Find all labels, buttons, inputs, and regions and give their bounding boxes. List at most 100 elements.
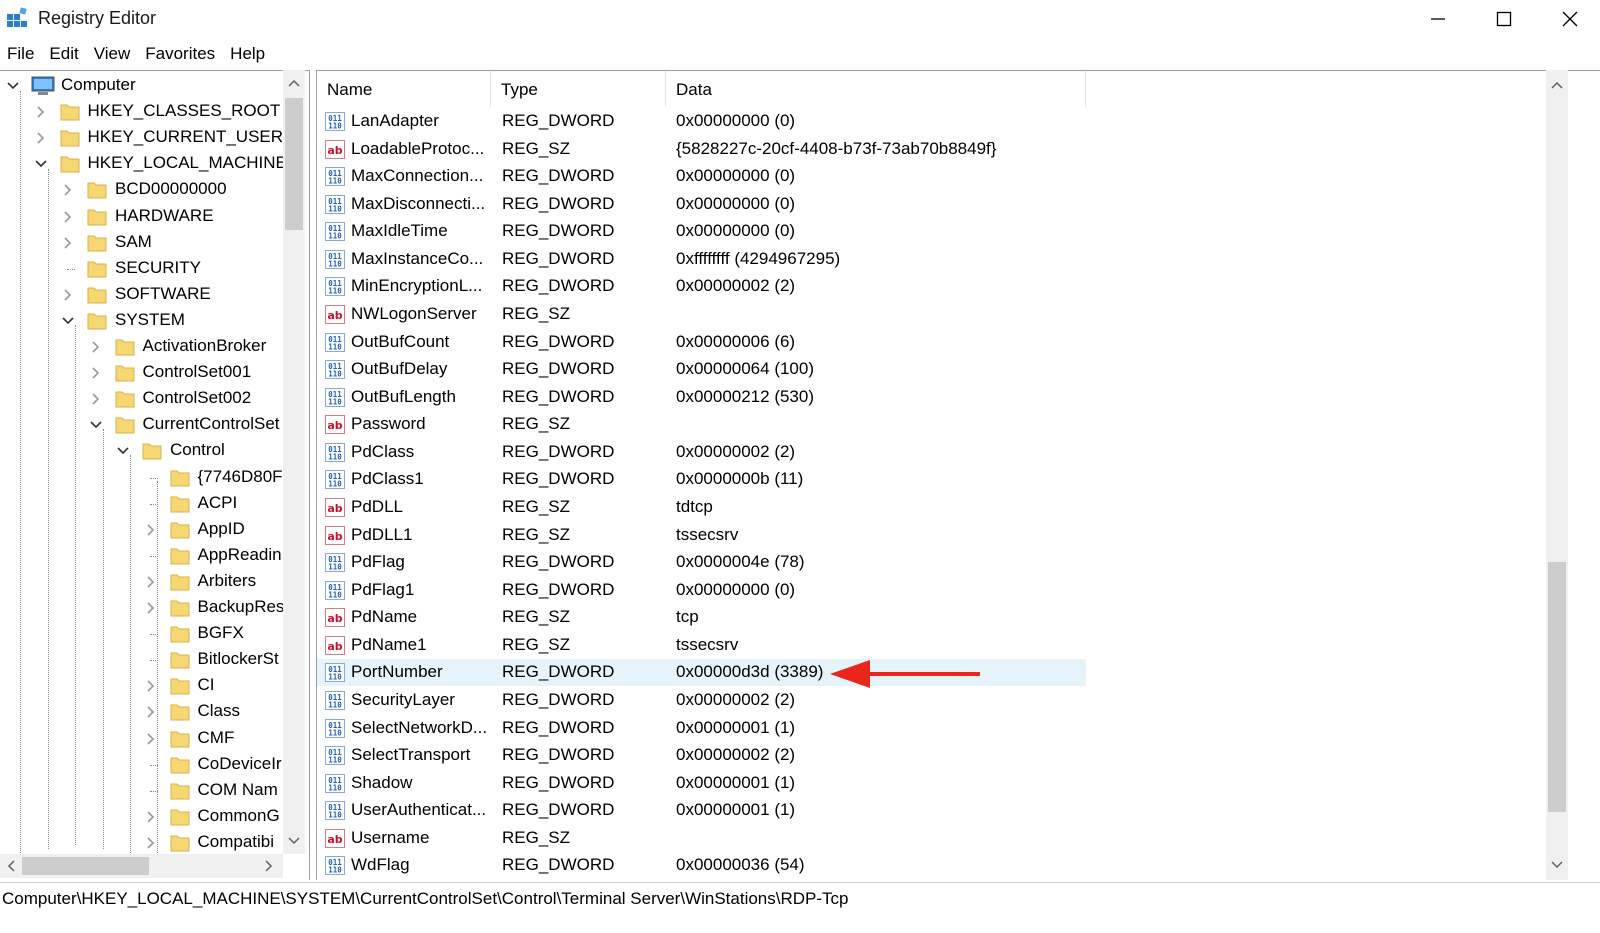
scroll-left-icon[interactable] bbox=[0, 854, 22, 878]
chevron-right-icon[interactable] bbox=[61, 209, 75, 223]
list-vertical-scrollbar[interactable] bbox=[1546, 70, 1568, 880]
tree-node[interactable]: Control bbox=[0, 438, 300, 464]
chevron-right-icon[interactable] bbox=[34, 130, 48, 144]
table-row[interactable]: 011 110 MaxIdleTime REG_DWORD 0x00000000 (0) bbox=[317, 218, 1086, 245]
tree-vertical-scroll-thumb[interactable] bbox=[285, 98, 303, 230]
table-row[interactable]: 011 110 Shadow REG_DWORD 0x00000001 (1) bbox=[317, 770, 1086, 797]
tree-node[interactable]: CoDeviceIr bbox=[0, 752, 300, 778]
table-row[interactable]: 011 110 MaxDisconnecti... REG_DWORD 0x000000… bbox=[317, 191, 1086, 218]
tree-horizontal-scrollbar[interactable] bbox=[0, 854, 283, 878]
tree-node[interactable]: {7746D80F- bbox=[0, 465, 300, 491]
tree-node[interactable]: HARDWARE bbox=[0, 204, 300, 230]
table-row[interactable]: ab PdDLL REG_SZ tdtcp bbox=[317, 494, 1086, 521]
tree-node[interactable]: HKEY_LOCAL_MACHINE bbox=[0, 151, 300, 177]
menu-favorites[interactable]: Favorites bbox=[140, 40, 225, 68]
table-row[interactable]: ab PdDLL1 REG_SZ tssecsrv bbox=[317, 522, 1086, 549]
list-scroll-down-icon[interactable] bbox=[1546, 850, 1568, 880]
table-row[interactable]: ab PdName1 REG_SZ tssecsrv bbox=[317, 632, 1086, 659]
tree-node[interactable]: SOFTWARE bbox=[0, 282, 300, 308]
chevron-right-icon[interactable] bbox=[61, 235, 75, 249]
table-row[interactable]: 011 110 MaxInstanceCo... REG_DWORD 0xfffffff… bbox=[317, 246, 1086, 273]
table-row[interactable]: 011 110 SelectTransport REG_DWORD 0x00000002… bbox=[317, 742, 1086, 769]
chevron-right-icon[interactable] bbox=[144, 809, 158, 823]
table-row[interactable]: 011 110 MaxConnection... REG_DWORD 0x0000000… bbox=[317, 163, 1086, 190]
chevron-right-icon[interactable] bbox=[144, 574, 158, 588]
chevron-right-icon[interactable] bbox=[144, 835, 158, 849]
chevron-right-icon[interactable] bbox=[144, 704, 158, 718]
tree-node[interactable]: CommonG bbox=[0, 804, 300, 830]
chevron-right-icon[interactable] bbox=[89, 391, 103, 405]
chevron-right-icon[interactable] bbox=[144, 731, 158, 745]
menu-edit[interactable]: Edit bbox=[44, 40, 88, 68]
table-row[interactable]: ab LoadableProtoc... REG_SZ {5828227c-20cf-… bbox=[317, 136, 1086, 163]
chevron-right-icon[interactable] bbox=[89, 339, 103, 353]
scroll-down-icon[interactable] bbox=[283, 828, 305, 854]
tree-node[interactable]: HKEY_CURRENT_USER bbox=[0, 125, 300, 151]
tree-node[interactable]: BGFX bbox=[0, 621, 300, 647]
tree-node[interactable]: AppID bbox=[0, 517, 300, 543]
tree-node[interactable]: AppReadin bbox=[0, 543, 300, 569]
chevron-right-icon[interactable] bbox=[144, 600, 158, 614]
tree-node[interactable]: COM Nam bbox=[0, 778, 300, 804]
chevron-down-icon[interactable] bbox=[6, 78, 20, 92]
tree-node[interactable]: CurrentControlSet bbox=[0, 412, 300, 438]
table-row[interactable]: 011 110 PdClass REG_DWORD 0x00000002 (2) bbox=[317, 439, 1086, 466]
table-row[interactable]: ab NWLogonServer REG_SZ bbox=[317, 301, 1086, 328]
tree-node[interactable]: BackupRes bbox=[0, 595, 300, 621]
maximize-button[interactable] bbox=[1471, 0, 1537, 38]
table-row[interactable]: 011 110 UserAuthenticat... REG_DWORD 0x00000… bbox=[317, 797, 1086, 824]
column-header-type[interactable]: Type bbox=[491, 71, 666, 107]
table-row[interactable]: 011 110 OutBufCount REG_DWORD 0x00000006 (6) bbox=[317, 329, 1086, 356]
chevron-right-icon[interactable] bbox=[144, 522, 158, 536]
tree-node[interactable]: BCD00000000 bbox=[0, 177, 300, 203]
tree-node[interactable]: Computer bbox=[0, 73, 300, 99]
table-row[interactable]: 011 110 MinEncryptionL... REG_DWORD 0x000000… bbox=[317, 273, 1086, 300]
chevron-down-icon[interactable] bbox=[116, 443, 130, 457]
table-row[interactable]: 011 110 SecurityLayer REG_DWORD 0x00000002 (… bbox=[317, 687, 1086, 714]
chevron-down-icon[interactable] bbox=[89, 417, 103, 431]
table-row[interactable]: 011 110 PdFlag1 REG_DWORD 0x00000000 (0) bbox=[317, 577, 1086, 604]
tree-vertical-scrollbar[interactable] bbox=[283, 70, 305, 854]
chevron-down-icon[interactable] bbox=[61, 313, 75, 327]
tree-node[interactable]: HKEY_CLASSES_ROOT bbox=[0, 99, 300, 125]
table-row[interactable]: ab PdName REG_SZ tcp bbox=[317, 604, 1086, 631]
table-row[interactable]: ab Username REG_SZ bbox=[317, 825, 1086, 852]
registry-tree[interactable]: Computer HKEY_CLASSES_ROOT HKEY_CURRENT_US… bbox=[0, 70, 310, 880]
tree-horizontal-scroll-thumb[interactable] bbox=[22, 857, 149, 875]
tree-node[interactable]: ACPI bbox=[0, 491, 300, 517]
table-row[interactable]: 011 110 OutBufLength REG_DWORD 0x00000212 (5… bbox=[317, 384, 1086, 411]
chevron-right-icon[interactable] bbox=[144, 678, 158, 692]
tree-node[interactable]: SYSTEM bbox=[0, 308, 300, 334]
column-header-name[interactable]: Name bbox=[317, 71, 491, 107]
tree-node[interactable]: CI bbox=[0, 673, 300, 699]
table-row[interactable]: 011 110 PdFlag REG_DWORD 0x0000004e (78) bbox=[317, 549, 1086, 576]
menu-view[interactable]: View bbox=[89, 40, 141, 68]
close-button[interactable] bbox=[1537, 0, 1600, 38]
minimize-button[interactable] bbox=[1405, 0, 1471, 38]
table-row[interactable]: ab Password REG_SZ bbox=[317, 411, 1086, 438]
tree-node[interactable]: Arbiters bbox=[0, 569, 300, 595]
chevron-right-icon[interactable] bbox=[61, 182, 75, 196]
table-row[interactable]: 011 110 LanAdapter REG_DWORD 0x00000000 (0) bbox=[317, 108, 1086, 135]
tree-node[interactable]: CMF bbox=[0, 726, 300, 752]
scroll-right-icon[interactable] bbox=[258, 854, 280, 878]
tree-node[interactable]: ControlSet001 bbox=[0, 360, 300, 386]
chevron-right-icon[interactable] bbox=[61, 287, 75, 301]
chevron-right-icon[interactable] bbox=[89, 365, 103, 379]
table-row[interactable]: 011 110 WdFlag REG_DWORD 0x00000036 (54) bbox=[317, 852, 1086, 879]
tree-node[interactable]: Class bbox=[0, 699, 300, 725]
tree-node[interactable]: BitlockerSt bbox=[0, 647, 300, 673]
scroll-up-icon[interactable] bbox=[283, 70, 305, 96]
tree-node[interactable]: Compatibi bbox=[0, 830, 300, 856]
list-vertical-scroll-thumb[interactable] bbox=[1548, 562, 1566, 812]
menu-file[interactable]: File bbox=[2, 40, 44, 68]
chevron-down-icon[interactable] bbox=[34, 156, 48, 170]
table-row[interactable]: 011 110 OutBufDelay REG_DWORD 0x00000064 (10… bbox=[317, 356, 1086, 383]
chevron-right-icon[interactable] bbox=[34, 104, 48, 118]
column-header-data[interactable]: Data bbox=[666, 71, 1086, 107]
list-scroll-up-icon[interactable] bbox=[1546, 70, 1568, 100]
menu-help[interactable]: Help bbox=[225, 40, 275, 68]
tree-node[interactable]: ControlSet002 bbox=[0, 386, 300, 412]
table-row[interactable]: 011 110 SelectNetworkD... REG_DWORD 0x000000… bbox=[317, 715, 1086, 742]
tree-node[interactable]: SECURITY bbox=[0, 256, 300, 282]
